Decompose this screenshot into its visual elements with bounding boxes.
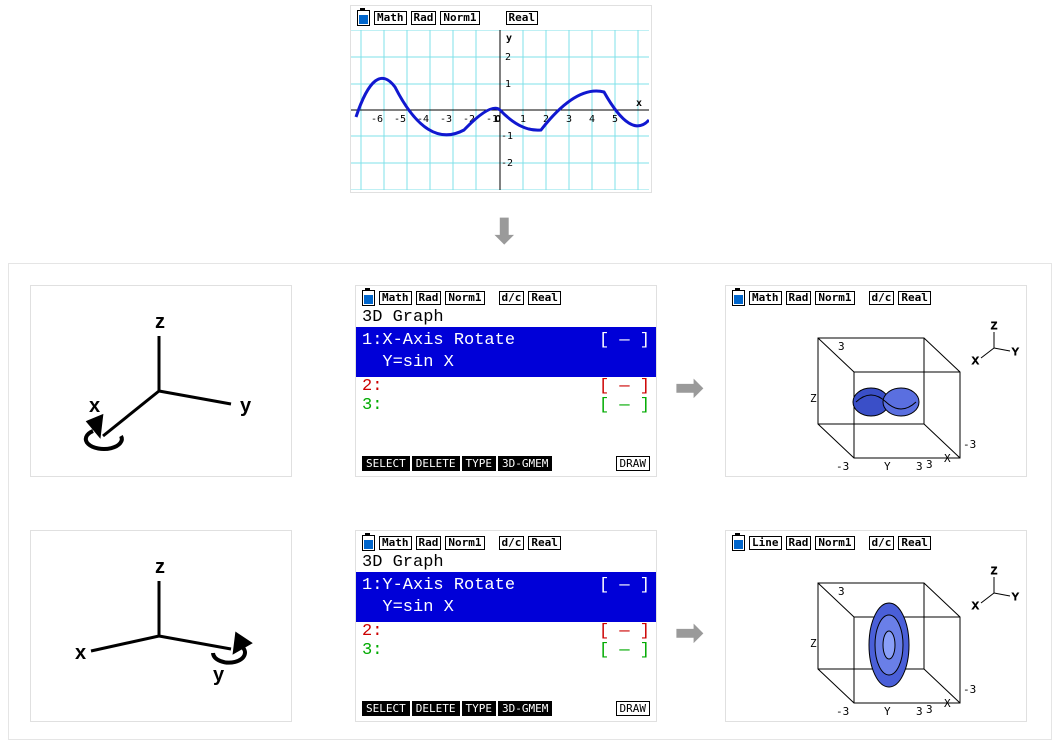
arrow-down-icon: ⬇: [490, 212, 519, 252]
svg-text:-3: -3: [963, 683, 976, 696]
softkey-type[interactable]: TYPE: [462, 456, 497, 471]
svg-text:Z: Z: [991, 321, 997, 332]
svg-text:y: y: [240, 395, 252, 417]
softkey-bar: SELECTDELETETYPE3D-GMEM DRAW: [362, 456, 650, 471]
battery-icon: [732, 290, 745, 306]
svg-text:z: z: [155, 556, 165, 578]
status-rad: Rad: [411, 11, 437, 25]
svg-text:-3: -3: [963, 438, 976, 451]
panel-axis-y: z y x: [30, 530, 292, 722]
softkey-draw[interactable]: DRAW: [616, 456, 651, 471]
menu-title: 3D Graph: [356, 308, 656, 327]
panel-2d-graph: MathRadNorm1 Real -6-5-4-3-2-1 12345 12-…: [350, 5, 652, 193]
battery-icon: [732, 535, 745, 551]
menu-item-2[interactable]: 2:[ — ]: [356, 377, 656, 396]
svg-text:3: 3: [916, 705, 923, 715]
svg-text:x: x: [89, 395, 100, 417]
svg-text:-6: -6: [371, 114, 383, 125]
svg-text:X: X: [972, 356, 979, 367]
svg-text:-3: -3: [440, 114, 452, 125]
panel-axis-x: z y x: [30, 285, 292, 477]
menu-item-3[interactable]: 3:[ — ]: [356, 641, 656, 660]
svg-text:X: X: [972, 601, 979, 612]
svg-text:X: X: [944, 452, 951, 465]
svg-text:Z: Z: [810, 392, 817, 405]
svg-text:4: 4: [589, 114, 595, 125]
svg-text:-1: -1: [501, 131, 513, 142]
battery-icon: [362, 535, 375, 551]
svg-text:-3: -3: [836, 705, 849, 715]
svg-text:3: 3: [838, 585, 845, 598]
svg-text:3: 3: [926, 703, 933, 715]
svg-text:Z: Z: [991, 566, 997, 577]
svg-text:O: O: [495, 114, 501, 125]
panel-3d-view-x: MathRadNorm1d/cReal 3Z -3Y33X-3 ZYX: [725, 285, 1027, 477]
svg-text:x: x: [636, 98, 642, 109]
svg-text:2: 2: [505, 52, 511, 63]
panel-3d-menu-y: MathRadNorm1d/cReal 3D Graph 1:Y-Axis Ro…: [355, 530, 657, 722]
battery-icon: [362, 290, 375, 306]
battery-icon: [357, 10, 370, 26]
svg-text:-2: -2: [501, 158, 513, 169]
svg-text:-5: -5: [394, 114, 406, 125]
menu-item-2[interactable]: 2:[ — ]: [356, 622, 656, 641]
menu-item-3[interactable]: 3:[ — ]: [356, 396, 656, 415]
status-norm: Norm1: [440, 11, 479, 25]
svg-text:3: 3: [838, 340, 845, 353]
menu-item-1[interactable]: 1:X-Axis Rotate [ — ] Y=sin X: [356, 327, 656, 377]
svg-text:Y: Y: [1012, 347, 1019, 358]
svg-text:Y: Y: [884, 460, 891, 470]
status-math: Math: [374, 11, 407, 25]
status-bar: Math RadNorm1 Real: [351, 6, 651, 30]
svg-text:-3: -3: [836, 460, 849, 470]
svg-text:3: 3: [916, 460, 923, 470]
svg-text:5: 5: [612, 114, 618, 125]
svg-text:x: x: [75, 642, 86, 664]
softkey-select[interactable]: SELECT: [362, 456, 410, 471]
arrow-right-icon: ➡: [675, 613, 704, 653]
softkey-gmem[interactable]: 3D-GMEM: [498, 456, 552, 471]
svg-text:3: 3: [926, 458, 933, 470]
svg-text:Z: Z: [810, 637, 817, 650]
svg-text:3: 3: [566, 114, 572, 125]
panel-3d-menu-x: MathRadNorm1d/cReal 3D Graph 1:X-Axis Ro…: [355, 285, 657, 477]
svg-text:Y: Y: [1012, 592, 1019, 603]
svg-text:1: 1: [505, 79, 511, 90]
panel-3d-view-y: LineRadNorm1d/cReal 3Z -3Y33X-3 ZYX: [725, 530, 1027, 722]
svg-text:y: y: [213, 664, 225, 686]
menu-item-1[interactable]: 1:Y-Axis Rotate [ — ] Y=sin X: [356, 572, 656, 622]
status-real: Real: [506, 11, 539, 25]
svg-text:X: X: [944, 697, 951, 710]
svg-text:z: z: [155, 311, 165, 333]
svg-text:1: 1: [520, 114, 526, 125]
softkey-delete[interactable]: DELETE: [412, 456, 460, 471]
svg-text:y: y: [506, 33, 512, 44]
arrow-right-icon: ➡: [675, 368, 704, 408]
sine-plot: -6-5-4-3-2-1 12345 12-1-2 yx O: [351, 30, 649, 190]
svg-text:Y: Y: [884, 705, 891, 715]
